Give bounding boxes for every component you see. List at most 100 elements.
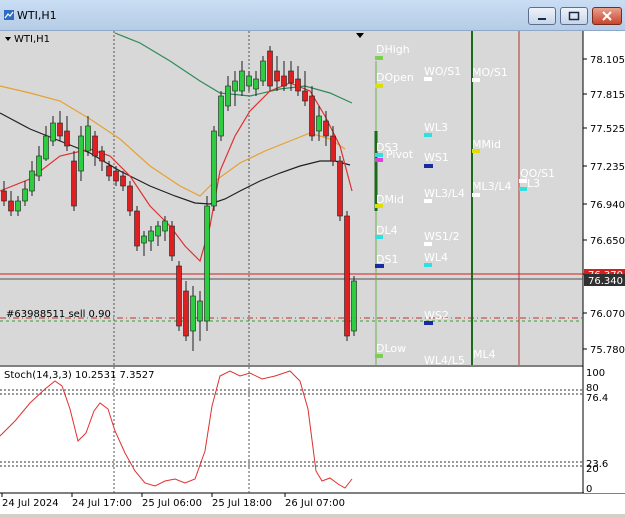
price-axis: 78.105 77.815 77.525 77.235 76.940 76.650 76.3…	[583, 31, 625, 493]
pivot-label-pivot: Pivot	[386, 148, 414, 161]
candle-body	[239, 70, 245, 92]
candle-body	[64, 130, 70, 147]
minimize-icon	[538, 18, 546, 20]
candle-body	[295, 78, 301, 92]
price-tick: 77.815	[590, 90, 625, 101]
candle-body	[36, 155, 42, 177]
candle-body	[155, 225, 161, 237]
candle-body	[197, 300, 203, 322]
candle-body	[99, 150, 105, 162]
window-title: WTI,H1	[17, 9, 57, 22]
time-tick: 26 Jul 07:00	[285, 498, 345, 509]
close-button[interactable]	[592, 7, 622, 25]
candle-body	[29, 170, 35, 192]
minimize-button[interactable]	[528, 7, 556, 25]
maximize-icon	[568, 11, 580, 21]
pivot-label-dopen: DOpen	[376, 71, 414, 84]
pivot-label-mmid: MMid	[472, 138, 501, 151]
candle-body	[260, 60, 266, 82]
pivot-label-mo-s1: MO/S1	[472, 66, 508, 79]
close-icon	[602, 11, 612, 21]
candle-body	[316, 115, 322, 132]
candle-body	[134, 210, 140, 247]
candle-body	[162, 220, 168, 232]
candle-body	[302, 90, 308, 102]
price-tick: 76.940	[590, 200, 625, 211]
candle-body	[15, 200, 21, 212]
pivot-label-dmid: DMid	[376, 193, 404, 206]
maximize-button[interactable]	[560, 7, 588, 25]
price-tick: 77.525	[590, 124, 625, 135]
current-price: 76.340	[588, 276, 623, 287]
pivot-label-l3: L3	[527, 177, 540, 190]
indicator-tick: 100	[586, 368, 605, 379]
candle-body	[85, 125, 91, 152]
time-tick: 25 Jul 06:00	[142, 498, 202, 509]
candle-body	[204, 205, 210, 322]
candle-body	[351, 280, 357, 332]
indicator-tick: 76.4	[586, 393, 608, 404]
candle-body	[106, 165, 112, 177]
candle-body	[190, 295, 196, 332]
candle-body	[1, 190, 7, 202]
price-tick: 76.070	[590, 309, 625, 320]
candle-body	[43, 135, 49, 160]
time-tick: 25 Jul 18:00	[212, 498, 272, 509]
time-tick: 24 Jul 2024	[2, 498, 59, 509]
candle-body	[22, 188, 28, 202]
candle-body	[274, 70, 280, 82]
candle-body	[218, 95, 224, 137]
pivot-label-ws2: WS2	[424, 309, 449, 322]
indicator-tick: 0	[586, 484, 592, 495]
price-tick: 78.105	[590, 55, 625, 66]
time-tick: 24 Jul 17:00	[72, 498, 132, 509]
pivot-label-wo-s1: WO/S1	[424, 65, 461, 78]
candle-body	[120, 175, 126, 187]
pivot-label-wl3-l4: WL3/L4	[424, 187, 465, 200]
candle-body	[169, 225, 175, 257]
chart-canvas[interactable]: WTI,H1 #63988511 sell 0.90 DHigh DOpen W…	[0, 31, 625, 514]
pivot-label-wl4-l5: WL4/L5	[424, 354, 465, 367]
candle-body	[288, 70, 294, 84]
candle-body	[330, 135, 336, 162]
candle-body	[246, 75, 252, 87]
pivot-label-ds1: DS1	[376, 253, 398, 266]
candle-body	[309, 95, 315, 137]
order-label: #63988511 sell 0.90	[6, 309, 111, 320]
price-tick: 75.780	[590, 345, 625, 356]
candle-body	[337, 160, 343, 217]
pivot-label-wl3: WL3	[424, 121, 448, 134]
candle-body	[141, 235, 147, 244]
pivot-label-ws1-2: WS1/2	[424, 230, 460, 243]
pivot-label-wl4: WL4	[424, 251, 448, 264]
pivot-label-ws1: WS1	[424, 151, 449, 164]
pivot-label-dlow: DLow	[376, 342, 406, 355]
candle-body	[92, 135, 98, 157]
candle-body	[127, 185, 133, 212]
chart-area[interactable]: WTI,H1 #63988511 sell 0.90 DHigh DOpen W…	[0, 31, 625, 514]
pivot-label-dhigh: DHigh	[376, 43, 410, 56]
candle-body	[267, 50, 273, 87]
candle-body	[323, 120, 329, 137]
candle-body	[253, 78, 259, 90]
candle-body	[225, 85, 231, 107]
candle-body	[71, 160, 77, 207]
candle-body	[211, 130, 217, 207]
pivot-label-ml3-l4: ML3/L4	[472, 180, 511, 193]
pivot-label-dl4: DL4	[376, 224, 398, 237]
candle-body	[78, 135, 84, 172]
candle-body	[148, 230, 154, 242]
candle-body	[113, 170, 119, 182]
window-titlebar: WTI,H1	[0, 0, 625, 31]
time-axis: 24 Jul 2024 24 Jul 17:00 25 Jul 06:00 25 Ju…	[1, 493, 345, 509]
chart-window-icon	[4, 10, 14, 20]
indicator-tick: 20	[586, 464, 599, 475]
candle-body	[183, 290, 189, 337]
candle-body	[50, 122, 56, 142]
price-tick: 77.235	[590, 162, 625, 173]
candle-body	[57, 122, 63, 137]
candle-body	[281, 75, 287, 87]
candle-body	[176, 265, 182, 327]
candle-body	[232, 80, 238, 92]
candle-body	[8, 200, 14, 212]
